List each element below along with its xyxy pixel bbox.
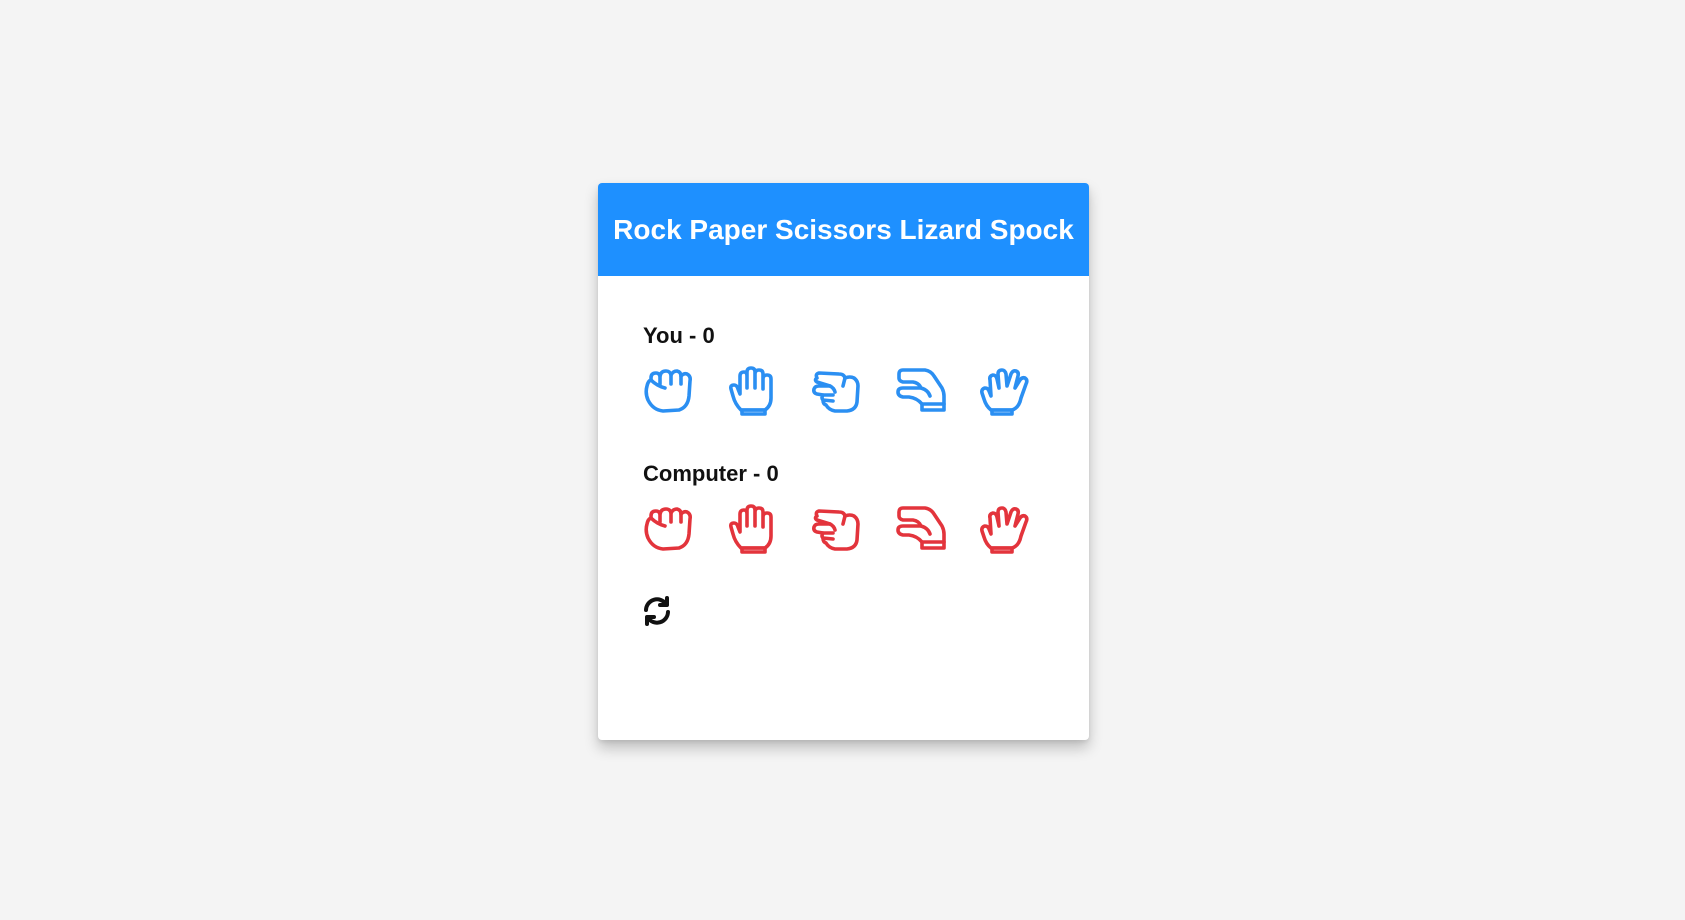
hand-rock-icon <box>643 504 695 554</box>
hand-paper-icon <box>727 366 779 416</box>
computer-rock <box>643 504 695 554</box>
you-rock-button[interactable] <box>643 366 695 416</box>
computer-scissors <box>811 504 863 554</box>
computer-paper <box>727 504 779 554</box>
you-choices <box>643 366 1031 416</box>
computer-spock <box>979 504 1031 554</box>
you-lizard-button[interactable] <box>895 366 947 416</box>
player-section-computer: Computer - 0 <box>643 461 1031 554</box>
computer-lizard <box>895 504 947 554</box>
computer-score-label: Computer - 0 <box>643 461 779 486</box>
hand-scissors-icon <box>811 504 863 554</box>
player-section-you: You - 0 <box>643 323 1031 416</box>
hand-spock-icon <box>979 366 1031 416</box>
header-bar: Rock Paper Scissors Lizard Spock <box>598 183 1089 276</box>
you-spock-button[interactable] <box>979 366 1031 416</box>
hand-lizard-icon <box>895 504 947 554</box>
hand-scissors-icon <box>811 366 863 416</box>
you-paper-button[interactable] <box>727 366 779 416</box>
page-title: Rock Paper Scissors Lizard Spock <box>613 213 1074 245</box>
hand-lizard-icon <box>895 366 947 416</box>
reset-button[interactable] <box>641 595 673 627</box>
you-scissors-button[interactable] <box>811 366 863 416</box>
you-score-label: You - 0 <box>643 323 715 348</box>
game-card: Rock Paper Scissors Lizard Spock You - 0 <box>598 183 1089 740</box>
hand-rock-icon <box>643 366 695 416</box>
computer-choices <box>643 504 1031 554</box>
refresh-icon <box>641 595 673 627</box>
hand-spock-icon <box>979 504 1031 554</box>
hand-paper-icon <box>727 504 779 554</box>
